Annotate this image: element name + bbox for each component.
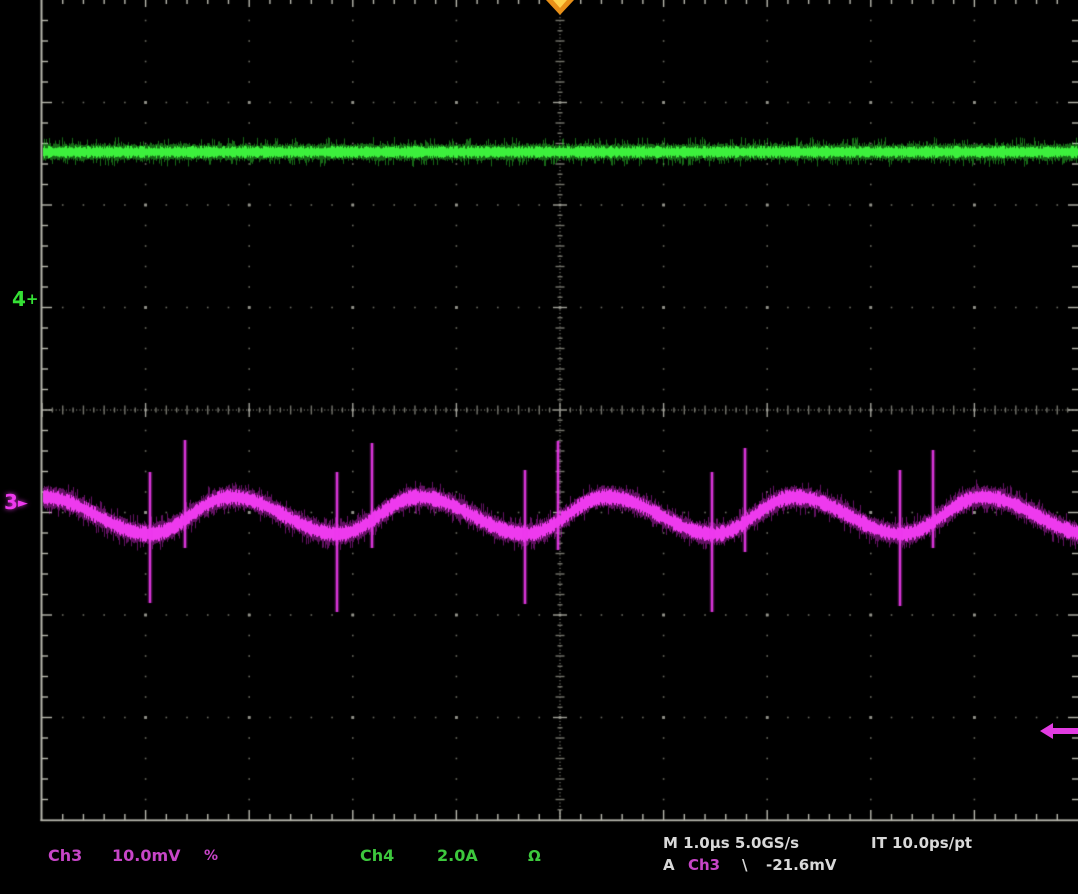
ch4-channel-label: Ch4 xyxy=(360,847,394,865)
ch3-position-label: 3 xyxy=(4,490,18,514)
trigger-position-marker[interactable] xyxy=(546,0,574,15)
ch4-position-label: 4 xyxy=(12,287,26,311)
trigger-slope-icon: \ xyxy=(742,856,747,874)
ch4-impedance-icon: Ω xyxy=(528,847,541,865)
ch4-scale-readout: 2.0A xyxy=(437,847,478,865)
trigger-level-readout: -21.6mV xyxy=(766,856,836,874)
trigger-level-arrow-shaft xyxy=(1052,728,1078,734)
trigger-source-readout: Ch3 xyxy=(688,856,720,874)
trigger-mode-label: A xyxy=(663,856,675,874)
ch4-position-marker[interactable]: 4+ xyxy=(12,287,39,311)
ch3-position-marker[interactable]: 3► xyxy=(4,490,28,516)
timebase-readout: M 1.0µs 5.0GS/s xyxy=(663,834,799,852)
ch4-position-arrow-icon: + xyxy=(26,290,39,308)
ch3-coupling-icon: % xyxy=(204,847,218,865)
trigger-position-marker-highlight xyxy=(553,0,567,8)
ch3-scale-readout: 10.0mV xyxy=(112,847,181,865)
ch3-channel-label: Ch3 xyxy=(48,847,82,865)
graticule-canvas xyxy=(0,0,1078,830)
acquisition-readout: IT 10.0ps/pt xyxy=(871,834,972,852)
ch3-position-arrow-icon: ► xyxy=(18,496,28,511)
oscilloscope-screen: 4+ 3► Ch3 10.0mV % Ch4 2.0A Ω M 1.0µs 5.… xyxy=(0,0,1078,894)
trigger-level-marker[interactable] xyxy=(1040,723,1078,739)
